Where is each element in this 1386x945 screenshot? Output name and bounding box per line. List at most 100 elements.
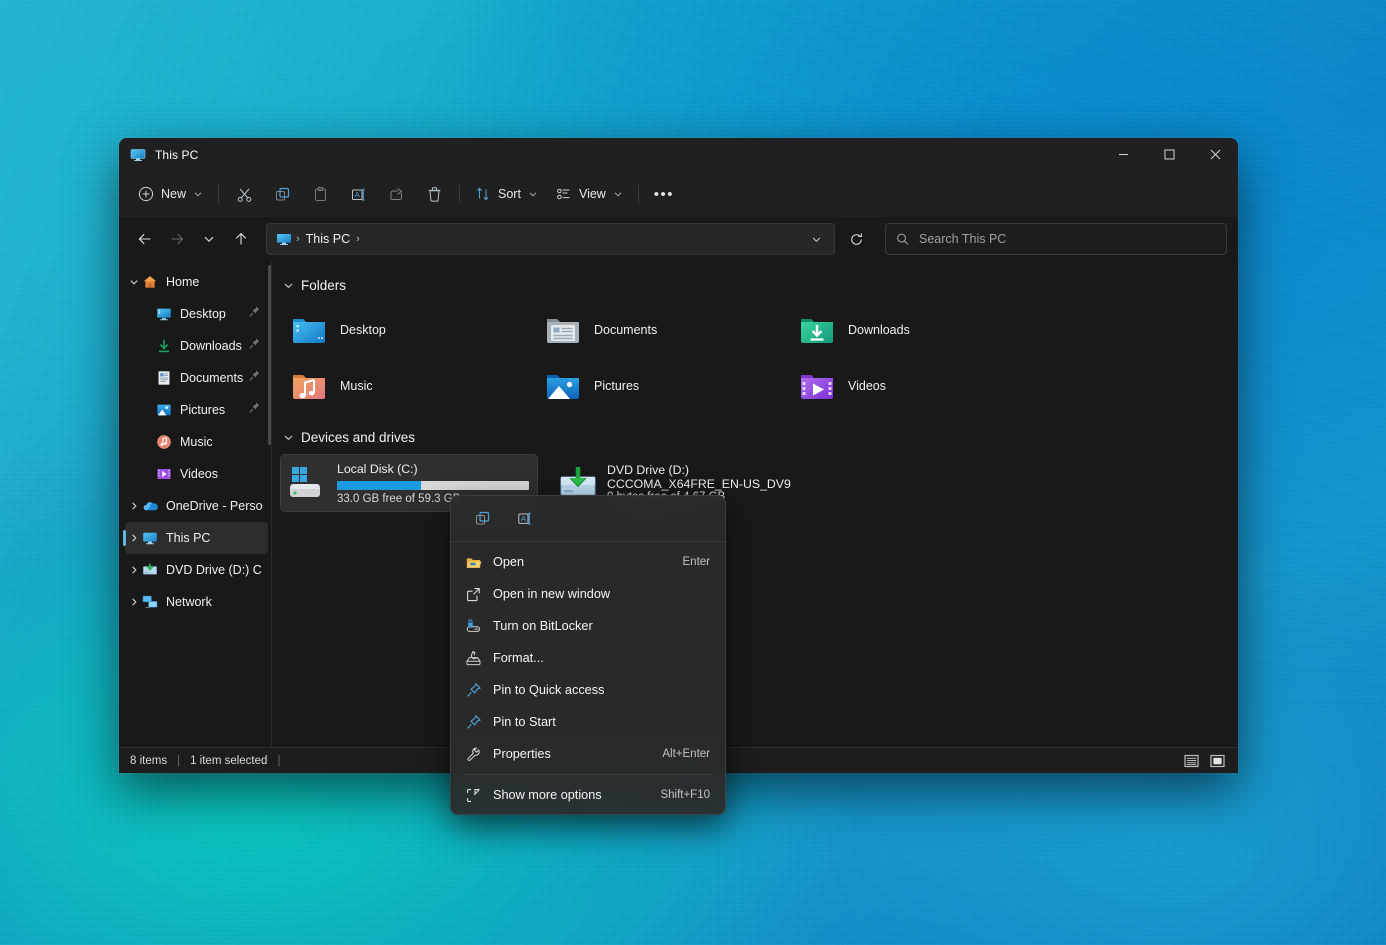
desktop-icon [156,306,172,322]
sidebar-item-this-pc[interactable]: This PC [125,522,268,554]
videos-icon [156,466,172,482]
context-menu-item-pin-to-start[interactable]: Pin to Start [456,706,720,738]
folder-tile[interactable]: Downloads [789,303,1037,357]
context-menu-item-properties[interactable]: PropertiesAlt+Enter [456,738,720,770]
sort-button-label: Sort [498,187,521,201]
sidebar-item-music[interactable]: Music [125,426,268,458]
file-list-pane: Folders Desktop Documents Downloads Music Pi… [272,261,1238,747]
folder-tile[interactable]: Pictures [535,359,783,413]
folder-tile-label: Music [340,379,373,393]
chevron-down-icon[interactable] [125,277,142,287]
context-menu-item-format[interactable]: Format... [456,642,720,674]
folders-grid: Desktop Documents Downloads Music PicturesVi… [281,303,1238,413]
folders-group-header[interactable]: Folders [283,273,1238,297]
folder-tile-label: Desktop [340,323,386,337]
refresh-button[interactable] [841,224,871,254]
sidebar-item-label: This PC [166,531,262,545]
minimize-button[interactable] [1100,138,1146,171]
folder-tile-label: Documents [594,323,657,337]
address-chevron-down-icon[interactable] [804,227,828,251]
rename-button[interactable]: A [339,178,377,210]
search-input[interactable] [919,232,1216,246]
context-menu-item-open[interactable]: OpenEnter [456,546,720,578]
folder-tile[interactable]: Music [281,359,529,413]
delete-button[interactable] [415,178,453,210]
context-menu-item-open-in-new-window[interactable]: Open in new window [456,578,720,610]
pin-icon[interactable] [248,337,262,355]
sidebar-item-desktop[interactable]: Desktop [125,298,268,330]
close-button[interactable] [1192,138,1238,171]
navigation-bar: › This PC › [119,217,1238,261]
sidebar-item-label: Videos [180,467,262,481]
folder-tile[interactable]: Desktop [281,303,529,357]
copy-icon[interactable] [463,503,501,533]
chevron-right-icon[interactable] [125,501,142,511]
large-icons-view-button[interactable] [1206,751,1228,771]
drive-name: DVD Drive (D:) [607,463,799,477]
context-menu-item-pin-to-quick-access[interactable]: Pin to Quick access [456,674,720,706]
rename-icon: A [350,186,367,203]
folder-open-icon [465,554,482,571]
sidebar-item-label: Desktop [180,307,248,321]
devices-group-header[interactable]: Devices and drives [283,425,1238,449]
maximize-button[interactable] [1146,138,1192,171]
sidebar-item-pictures[interactable]: Pictures [125,394,268,426]
recent-locations-button[interactable] [194,224,224,254]
breadcrumb-this-pc[interactable]: This PC [301,230,355,248]
details-view-button[interactable] [1180,751,1202,771]
pin-icon[interactable] [248,305,262,323]
large-icons-view-icon [1210,754,1225,768]
view-button-label: View [579,187,606,201]
sidebar-item-label: Music [180,435,262,449]
forward-button[interactable] [162,224,192,254]
search-icon [896,232,909,246]
context-menu-item-turn-on-bitlocker[interactable]: Turn on BitLocker [456,610,720,642]
address-bar[interactable]: › This PC › [266,223,835,255]
chevron-right-icon[interactable] [125,565,142,575]
dvd-drive-icon [142,562,158,578]
sidebar-item-home[interactable]: Home [125,266,268,298]
delete-icon [426,186,443,203]
view-button[interactable]: View [547,178,632,210]
folder-tile[interactable]: Videos [789,359,1037,413]
chevron-right-icon[interactable] [125,597,142,607]
cut-button[interactable] [225,178,263,210]
ellipsis-icon: ••• [654,187,674,202]
title-bar: This PC [119,138,1238,171]
context-menu-items: OpenEnterOpen in new window Turn on BitLo… [451,542,725,814]
sidebar-item-onedrive-personal[interactable]: OneDrive - Personal [125,490,268,522]
paste-button[interactable] [301,178,339,210]
this-pc-icon [142,530,158,546]
sidebar-item-downloads[interactable]: Downloads [125,330,268,362]
chevron-right-icon[interactable] [125,533,142,543]
context-menu-item-show-more-options[interactable]: Show more optionsShift+F10 [456,779,720,811]
context-menu-item-label: Turn on BitLocker [493,619,710,633]
new-button[interactable]: New [129,178,212,210]
folder-tile[interactable]: Documents [535,303,783,357]
see-more-button[interactable]: ••• [645,178,683,210]
folders-group-title: Folders [301,278,346,293]
sidebar-item-label: OneDrive - Personal [166,499,262,513]
pin-icon[interactable] [248,401,262,419]
up-button[interactable] [226,224,256,254]
copy-button[interactable] [263,178,301,210]
sidebar-item-videos[interactable]: Videos [125,458,268,490]
status-separator-2: | [268,755,289,767]
breadcrumb-separator-2[interactable]: › [355,233,361,245]
network-icon [142,594,158,610]
search-box[interactable] [885,223,1227,255]
sidebar-item-label: Downloads [180,339,248,353]
pin-icon[interactable] [248,369,262,387]
pin-icon [465,682,482,699]
sort-button[interactable]: Sort [466,178,547,210]
sidebar-item-dvd-drive-d-ccco[interactable]: DVD Drive (D:) CCCO [125,554,268,586]
sidebar-item-network[interactable]: Network [125,586,268,618]
share-button[interactable] [377,178,415,210]
back-button[interactable] [130,224,160,254]
sidebar-item-documents[interactable]: Documents [125,362,268,394]
context-menu-item-label: Format... [493,651,710,665]
sidebar-item-label: Home [166,275,262,289]
folder-pictures-icon [543,366,583,406]
context-menu-item-shortcut: Enter [683,556,711,568]
rename-icon[interactable]: A [505,503,543,533]
